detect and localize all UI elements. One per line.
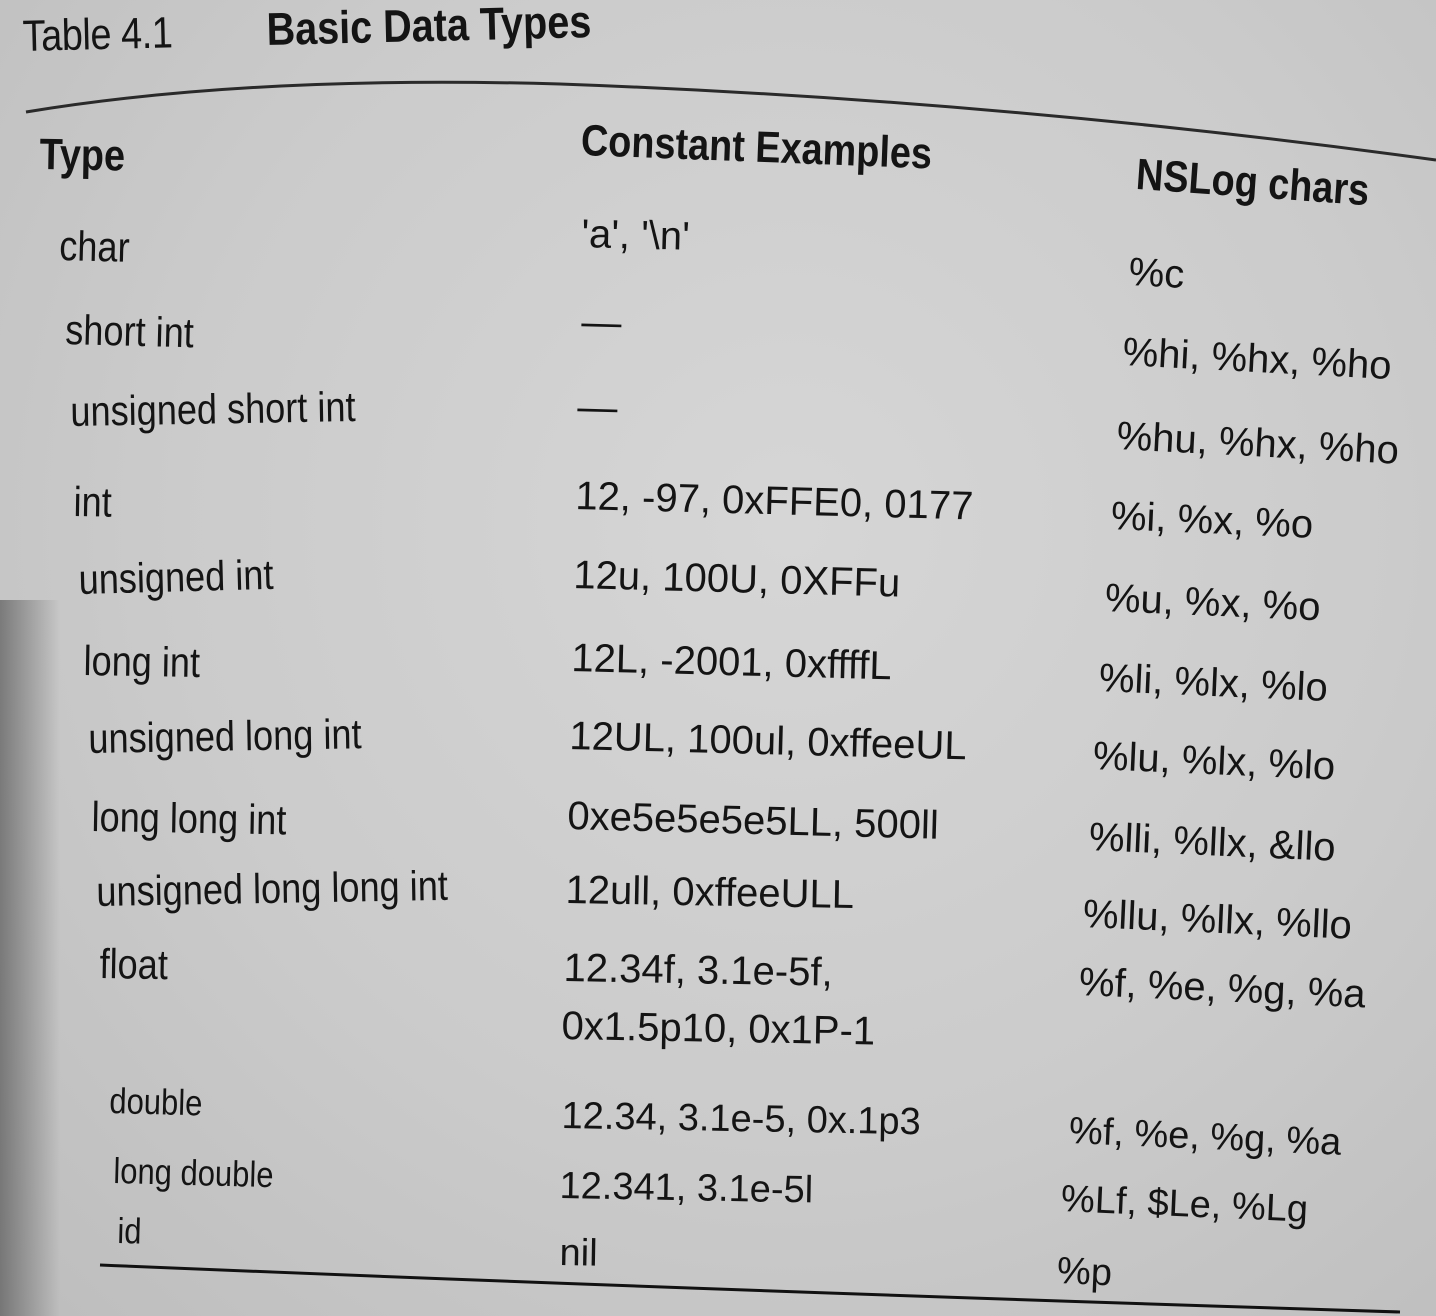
bottom-rule (99, 1263, 1401, 1314)
type-name: double (108, 1080, 203, 1124)
type-cell: long long int (91, 793, 318, 845)
type-name: long int (83, 637, 201, 687)
constant-examples-cell: nil (559, 1232, 599, 1275)
nslog-chars-cell: %lli, %llx, &llo (1088, 815, 1337, 870)
table-title: Basic Data Types (265, 0, 592, 56)
constant-examples-cell: 12u, 100U, 0XFFu (572, 553, 901, 606)
type-cell: short int (65, 306, 216, 358)
type-cell: id (117, 1210, 146, 1253)
column-header-nslog-chars: NSLog chars (1134, 150, 1371, 216)
nslog-chars-cell: %p (1056, 1250, 1113, 1295)
constant-examples-cell: 12, -97, 0xFFE0, 0177 (574, 474, 974, 529)
type-name: int (73, 478, 113, 526)
column-header-constant-examples: Constant Examples (580, 116, 933, 179)
type-name: unsigned int (78, 550, 274, 603)
column-header-type: Type (39, 130, 126, 181)
nslog-chars-cell: %i, %x, %o (1110, 494, 1315, 547)
constant-examples-cell: 'a', '\n' (580, 212, 691, 259)
type-name: char (58, 222, 131, 271)
nslog-chars-cell: %c (1127, 250, 1186, 297)
type-name: unsigned long int (88, 710, 362, 762)
type-cell: long int (83, 637, 219, 687)
type-name: long double (112, 1150, 275, 1196)
nslog-chars-cell: %hi, %hx, %ho (1121, 330, 1393, 389)
nslog-chars-cell: %f, %e, %g, %a (1068, 1110, 1343, 1164)
constant-examples-cell: 12UL, 100ul, 0xffeeUL (568, 714, 968, 769)
type-name: unsigned long long int (96, 861, 449, 915)
nslog-chars-cell: %llu, %llx, %llo (1082, 892, 1353, 948)
type-cell: long double (113, 1150, 300, 1197)
type-cell: unsigned short int (70, 382, 402, 436)
constant-examples-cell: 0xe5e5e5e5LL, 500ll (566, 794, 940, 848)
nslog-chars-cell: %u, %x, %o (1104, 576, 1322, 630)
nslog-chars-cell: %f, %e, %g, %a (1078, 960, 1367, 1017)
type-cell: unsigned long int (88, 709, 406, 763)
table-number: Table 4.1 (22, 8, 173, 61)
type-name: float (99, 940, 169, 989)
constant-examples-cell: 12L, -2001, 0xffffL (570, 636, 893, 689)
type-cell: unsigned long long int (96, 861, 505, 916)
type-cell: char (59, 222, 142, 272)
type-cell: float (99, 940, 179, 989)
table-caption: Table 4.1 Basic Data Types (22, 0, 645, 62)
constant-examples-cell: — (580, 300, 622, 346)
type-cell: unsigned int (78, 550, 306, 604)
type-name: id (116, 1210, 143, 1252)
book-page: Table 4.1 Basic Data Types Type Constant… (0, 0, 1436, 1316)
nslog-chars-cell: %lu, %lx, %lo (1092, 734, 1337, 789)
constant-examples-cell: 12.34, 3.1e-5, 0x.1p3 (561, 1095, 922, 1144)
nslog-chars-cell: %hu, %hx, %ho (1115, 414, 1401, 473)
type-name: short int (64, 306, 195, 357)
type-name: long long int (91, 793, 287, 844)
constant-examples-cell: 12ull, 0xffeeULL (565, 868, 855, 918)
type-cell: double (109, 1080, 218, 1125)
nslog-chars-cell: %Lf, $Le, %Lg (1060, 1178, 1309, 1231)
constant-examples-cell: 12.34f, 3.1e-5f, (563, 946, 834, 995)
bleed-through-text (119, 80, 134, 132)
constant-examples-cell: — (576, 385, 618, 431)
constant-examples-cell: 12.341, 3.1e-5l (559, 1165, 814, 1212)
constant-examples-cell: 0x1.5p10, 0x1P-1 (561, 1004, 876, 1054)
type-name: unsigned short int (70, 383, 356, 435)
nslog-chars-cell: %li, %lx, %lo (1098, 656, 1329, 710)
type-cell: int (73, 478, 118, 527)
